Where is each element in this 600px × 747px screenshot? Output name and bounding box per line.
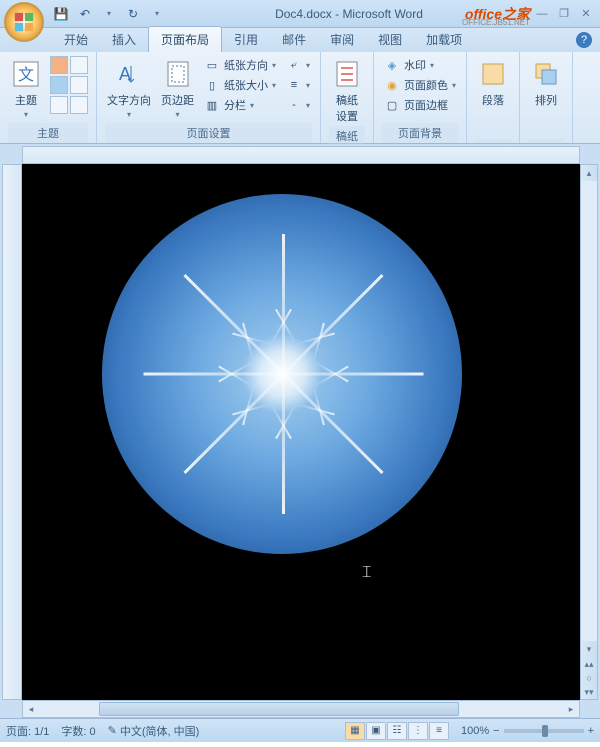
- save-button[interactable]: 💾: [52, 5, 70, 23]
- status-bar: 页面: 1/1 字数: 0 ✎中文(简体, 中国) ▦ ▣ ☷ ⋮ ≡ 100%…: [0, 718, 600, 742]
- tab-review[interactable]: 审阅: [318, 27, 366, 52]
- scroll-down-button[interactable]: ▾: [581, 641, 597, 657]
- page-color-icon: ◉: [384, 77, 400, 93]
- scroll-right-button[interactable]: ▸: [563, 701, 579, 717]
- page-color-button[interactable]: ◉页面颜色▾: [382, 76, 458, 94]
- watermark-url: OFFICE.JB51.NET: [462, 18, 530, 27]
- zoom-in-button[interactable]: +: [588, 725, 594, 737]
- zoom-slider[interactable]: [504, 729, 584, 733]
- margins-icon: [162, 58, 194, 90]
- text-cursor-icon: ⌶: [362, 564, 372, 582]
- ribbon: 文 主题 ▾ 主题 A 文字方向▾ 页边距▾ ▭纸张方向▾ ▯: [0, 52, 600, 144]
- prev-page-button[interactable]: ▴▴: [581, 657, 597, 671]
- page-border-icon: ▢: [384, 97, 400, 113]
- paragraph-icon: [477, 58, 509, 90]
- document-canvas[interactable]: ⌶: [22, 164, 580, 700]
- line-numbers-button[interactable]: ≡▾: [284, 76, 312, 94]
- group-themes: 文 主题 ▾ 主题: [0, 52, 97, 143]
- tab-home[interactable]: 开始: [52, 27, 100, 52]
- vertical-ruler[interactable]: [2, 164, 22, 700]
- hyphenation-button[interactable]: ‐▾: [284, 96, 312, 114]
- snowflake-image: [102, 194, 462, 554]
- tab-insert[interactable]: 插入: [100, 27, 148, 52]
- ribbon-tabs: 开始 插入 页面布局 引用 邮件 审阅 视图 加载项 ?: [0, 28, 600, 52]
- scroll-left-button[interactable]: ◂: [23, 701, 39, 717]
- draft-view[interactable]: ≡: [429, 722, 449, 740]
- title-bar: 💾 ↶ ▾ ↻ ▾ Doc4.docx - Microsoft Word off…: [0, 0, 600, 28]
- orientation-icon: ▭: [204, 57, 220, 73]
- group-manuscript-label: 稿纸: [329, 126, 365, 146]
- zoom-out-button[interactable]: −: [493, 725, 499, 737]
- scroll-track[interactable]: [581, 181, 597, 641]
- page-indicator[interactable]: 页面: 1/1: [6, 723, 49, 739]
- undo-dropdown[interactable]: ▾: [100, 5, 118, 23]
- full-screen-view[interactable]: ▣: [366, 722, 386, 740]
- web-layout-view[interactable]: ☷: [387, 722, 407, 740]
- text-direction-button[interactable]: A 文字方向▾: [105, 56, 153, 121]
- watermark-button[interactable]: ◈水印▾: [382, 56, 458, 74]
- svg-text:文: 文: [18, 66, 34, 84]
- document-area: ⌶ ▴ ▾ ▴▴ ○ ▾▾ ◂ ▸: [0, 144, 600, 718]
- columns-button[interactable]: ▥分栏▾: [202, 96, 278, 114]
- qat-customize[interactable]: ▾: [148, 5, 166, 23]
- print-layout-view[interactable]: ▦: [345, 722, 365, 740]
- zoom-level[interactable]: 100%: [461, 725, 489, 737]
- breaks-button[interactable]: ⤶▾: [284, 56, 312, 74]
- zoom-control: 100% − +: [461, 725, 594, 737]
- office-button[interactable]: [4, 2, 44, 42]
- orientation-button[interactable]: ▭纸张方向▾: [202, 56, 278, 74]
- close-button[interactable]: ✕: [576, 6, 596, 22]
- tab-references[interactable]: 引用: [222, 27, 270, 52]
- window-controls: — ❐ ✕: [532, 6, 596, 22]
- scroll-thumb[interactable]: [99, 702, 459, 716]
- themes-label: 主题: [15, 92, 37, 108]
- size-icon: ▯: [204, 77, 220, 93]
- vertical-scrollbar[interactable]: ▴ ▾ ▴▴ ○ ▾▾: [580, 164, 598, 700]
- outline-view[interactable]: ⋮: [408, 722, 428, 740]
- tab-addins[interactable]: 加载项: [414, 27, 474, 52]
- undo-button[interactable]: ↶: [76, 5, 94, 23]
- paragraph-button[interactable]: 段落: [475, 56, 511, 110]
- word-count[interactable]: 字数: 0: [61, 723, 95, 739]
- maximize-button[interactable]: ❐: [554, 6, 574, 22]
- spellcheck-icon: ✎: [108, 724, 117, 737]
- group-page-setup-label: 页面设置: [105, 123, 312, 143]
- themes-icon: 文: [10, 58, 42, 90]
- size-button[interactable]: ▯纸张大小▾: [202, 76, 278, 94]
- next-page-button[interactable]: ▾▾: [581, 685, 597, 699]
- watermark-icon: ◈: [384, 57, 400, 73]
- manuscript-icon: [331, 58, 363, 90]
- group-page-background-label: 页面背景: [382, 123, 458, 143]
- group-arrange: 排列: [520, 52, 573, 143]
- group-page-setup: A 文字方向▾ 页边距▾ ▭纸张方向▾ ▯纸张大小▾ ▥分栏▾ ⤶▾ ≡▾ ‐▾…: [97, 52, 321, 143]
- theme-colors[interactable]: [50, 56, 88, 114]
- minimize-button[interactable]: —: [532, 6, 552, 22]
- quick-access-toolbar: 💾 ↶ ▾ ↻ ▾: [52, 5, 166, 23]
- margins-button[interactable]: 页边距▾: [159, 56, 196, 121]
- group-manuscript: 稿纸 设置 稿纸: [321, 52, 374, 143]
- page-borders-button[interactable]: ▢页面边框: [382, 96, 458, 114]
- view-buttons: ▦ ▣ ☷ ⋮ ≡: [345, 722, 449, 740]
- group-themes-label: 主题: [8, 123, 88, 143]
- group-page-background: ◈水印▾ ◉页面颜色▾ ▢页面边框 页面背景: [374, 52, 467, 143]
- themes-button[interactable]: 文 主题 ▾: [8, 56, 44, 121]
- svg-text:A: A: [119, 64, 131, 84]
- group-paragraph: 段落: [467, 52, 520, 143]
- chevron-down-icon: ▾: [24, 110, 28, 119]
- tab-view[interactable]: 视图: [366, 27, 414, 52]
- tab-mailings[interactable]: 邮件: [270, 27, 318, 52]
- horizontal-scrollbar[interactable]: ◂ ▸: [22, 700, 580, 718]
- redo-button[interactable]: ↻: [124, 5, 142, 23]
- horizontal-ruler[interactable]: [22, 146, 580, 164]
- arrange-button[interactable]: 排列: [528, 56, 564, 110]
- tab-page-layout[interactable]: 页面布局: [148, 26, 222, 52]
- language-indicator[interactable]: ✎中文(简体, 中国): [108, 723, 200, 739]
- browse-object-button[interactable]: ○: [581, 671, 597, 685]
- text-direction-icon: A: [113, 58, 145, 90]
- manuscript-button[interactable]: 稿纸 设置: [329, 56, 365, 126]
- arrange-icon: [530, 58, 562, 90]
- scroll-up-button[interactable]: ▴: [581, 165, 597, 181]
- help-icon[interactable]: ?: [576, 32, 592, 48]
- columns-icon: ▥: [204, 97, 220, 113]
